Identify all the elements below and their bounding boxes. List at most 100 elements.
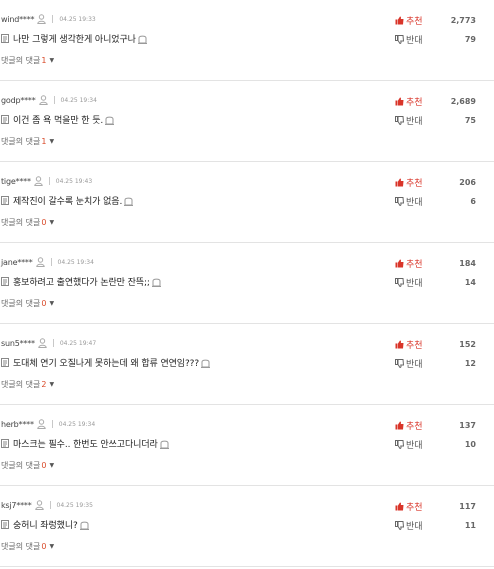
recommend-button[interactable]: 추천 152 bbox=[395, 338, 476, 351]
recommend-button[interactable]: 추천 2,773 bbox=[395, 14, 476, 27]
comment-text: 이건 좀 욕 먹을만 한 듯. bbox=[13, 116, 104, 126]
comment-body: 홍보하려고 출연했다가 논란만 잔뜩;; bbox=[1, 275, 161, 288]
reply-toggle[interactable]: 댓글의 댓글 0 ▼ bbox=[1, 541, 54, 552]
oppose-label: 반대 bbox=[406, 35, 423, 46]
oppose-button[interactable]: 반대 6 bbox=[395, 195, 476, 208]
reply-count: 1 bbox=[41, 56, 47, 65]
username[interactable]: sun5**** bbox=[1, 339, 35, 348]
reply-count: 2 bbox=[41, 380, 47, 389]
oppose-label: 반대 bbox=[406, 359, 423, 370]
report-icon[interactable] bbox=[201, 358, 211, 368]
recommend-button[interactable]: 추천 184 bbox=[395, 257, 476, 270]
recommend-count: 2,689 bbox=[450, 96, 476, 106]
comment-meta: jane**** 04.25 19:34 bbox=[1, 255, 94, 269]
recommend-label: 추천 bbox=[406, 421, 423, 432]
reply-toggle[interactable]: 댓글의 댓글 0 ▼ bbox=[1, 217, 54, 228]
thumb-down-icon bbox=[395, 439, 404, 449]
comment-meta: wind**** 04.25 19:33 bbox=[1, 12, 96, 26]
reply-toggle[interactable]: 댓글의 댓글 1 ▼ bbox=[1, 136, 54, 147]
recommend-count: 152 bbox=[459, 339, 476, 349]
comment-meta: godp**** 04.25 19:34 bbox=[1, 93, 97, 107]
reply-label: 댓글의 댓글 bbox=[1, 299, 41, 308]
recommend-button[interactable]: 추천 137 bbox=[395, 419, 476, 432]
report-icon[interactable] bbox=[137, 34, 147, 44]
reply-label: 댓글의 댓글 bbox=[1, 56, 41, 65]
reply-toggle[interactable]: 댓글의 댓글 2 ▼ bbox=[1, 379, 54, 390]
document-icon bbox=[1, 115, 9, 124]
comment-item: wind**** 04.25 19:33 나만 그렇게 생각한게 아니었구나 댓… bbox=[0, 0, 494, 81]
recommend-count: 2,773 bbox=[450, 15, 476, 25]
reply-count: 0 bbox=[41, 299, 47, 308]
reply-toggle[interactable]: 댓글의 댓글 0 ▼ bbox=[1, 298, 54, 309]
recommend-button[interactable]: 추천 117 bbox=[395, 500, 476, 513]
username[interactable]: wind**** bbox=[1, 15, 35, 24]
comment-text: 마스크는 필수.. 한번도 안쓰고다니더라 bbox=[13, 440, 158, 450]
comment-meta: ksj7**** 04.25 19:35 bbox=[1, 498, 93, 512]
oppose-button[interactable]: 반대 75 bbox=[395, 114, 476, 127]
oppose-count: 79 bbox=[464, 34, 476, 44]
caret-down-icon: ▼ bbox=[49, 381, 55, 388]
meta-divider bbox=[52, 15, 54, 23]
username[interactable]: jane**** bbox=[1, 258, 33, 267]
oppose-button[interactable]: 반대 14 bbox=[395, 276, 476, 289]
report-icon[interactable] bbox=[79, 520, 89, 530]
comment-text: 숭허니 좌렁했니? bbox=[13, 521, 78, 531]
username[interactable]: ksj7**** bbox=[1, 501, 32, 510]
comment-meta: herb**** 04.25 19:34 bbox=[1, 417, 95, 431]
comment-date: 04.25 19:34 bbox=[57, 258, 94, 266]
reply-label: 댓글의 댓글 bbox=[1, 218, 41, 227]
meta-divider bbox=[49, 501, 51, 509]
report-icon[interactable] bbox=[159, 439, 169, 449]
oppose-count: 10 bbox=[464, 439, 476, 449]
thumb-up-icon bbox=[395, 340, 404, 348]
reply-count: 0 bbox=[41, 542, 47, 551]
thumb-down-icon bbox=[395, 520, 404, 530]
document-icon bbox=[1, 34, 9, 43]
username[interactable]: godp**** bbox=[1, 96, 36, 105]
comment-date: 04.25 19:33 bbox=[59, 15, 96, 23]
caret-down-icon: ▼ bbox=[49, 462, 55, 469]
thumb-up-icon bbox=[395, 16, 404, 24]
thumb-down-icon bbox=[395, 196, 404, 206]
oppose-label: 반대 bbox=[406, 116, 423, 127]
comment-date: 04.25 19:43 bbox=[55, 177, 93, 185]
comment-body: 숭허니 좌렁했니? bbox=[1, 518, 89, 531]
oppose-label: 반대 bbox=[406, 521, 423, 532]
document-icon bbox=[1, 520, 9, 529]
oppose-button[interactable]: 반대 79 bbox=[395, 33, 476, 46]
comment-list: wind**** 04.25 19:33 나만 그렇게 생각한게 아니었구나 댓… bbox=[0, 0, 494, 567]
comment-text: 도대체 연기 오질나게 못하는데 왜 합류 연연임??? bbox=[13, 359, 200, 369]
user-icon bbox=[35, 257, 45, 267]
recommend-count: 137 bbox=[459, 420, 476, 430]
caret-down-icon: ▼ bbox=[49, 219, 55, 226]
recommend-button[interactable]: 추천 2,689 bbox=[395, 95, 476, 108]
comment-body: 마스크는 필수.. 한번도 안쓰고다니더라 bbox=[1, 437, 169, 450]
report-icon[interactable] bbox=[151, 277, 161, 287]
thumb-down-icon bbox=[395, 358, 404, 368]
report-icon[interactable] bbox=[124, 196, 134, 206]
document-icon bbox=[1, 196, 9, 205]
meta-divider bbox=[48, 177, 50, 185]
comment-body: 제작진이 갈수록 눈치가 없음. bbox=[1, 194, 134, 207]
comment-body: 도대체 연기 오질나게 못하는데 왜 합류 연연임??? bbox=[1, 356, 211, 369]
oppose-button[interactable]: 반대 10 bbox=[395, 438, 476, 451]
comment-date: 04.25 19:34 bbox=[60, 96, 97, 104]
report-icon[interactable] bbox=[105, 115, 115, 125]
thumb-up-icon bbox=[395, 421, 404, 429]
reply-toggle[interactable]: 댓글의 댓글 0 ▼ bbox=[1, 460, 54, 471]
oppose-count: 11 bbox=[464, 520, 476, 530]
recommend-button[interactable]: 추천 206 bbox=[395, 176, 476, 189]
oppose-label: 반대 bbox=[406, 197, 423, 208]
thumb-down-icon bbox=[395, 34, 404, 44]
comment-meta: tige**** 04.25 19:43 bbox=[1, 174, 92, 188]
reply-count: 0 bbox=[41, 461, 47, 470]
reply-toggle[interactable]: 댓글의 댓글 1 ▼ bbox=[1, 55, 54, 66]
username[interactable]: tige**** bbox=[1, 177, 31, 186]
oppose-button[interactable]: 반대 12 bbox=[395, 357, 476, 370]
meta-divider bbox=[52, 339, 54, 347]
user-icon bbox=[38, 338, 47, 348]
thumb-up-icon bbox=[395, 502, 404, 510]
username[interactable]: herb**** bbox=[1, 420, 34, 429]
oppose-button[interactable]: 반대 11 bbox=[395, 519, 476, 532]
user-icon bbox=[37, 419, 46, 429]
